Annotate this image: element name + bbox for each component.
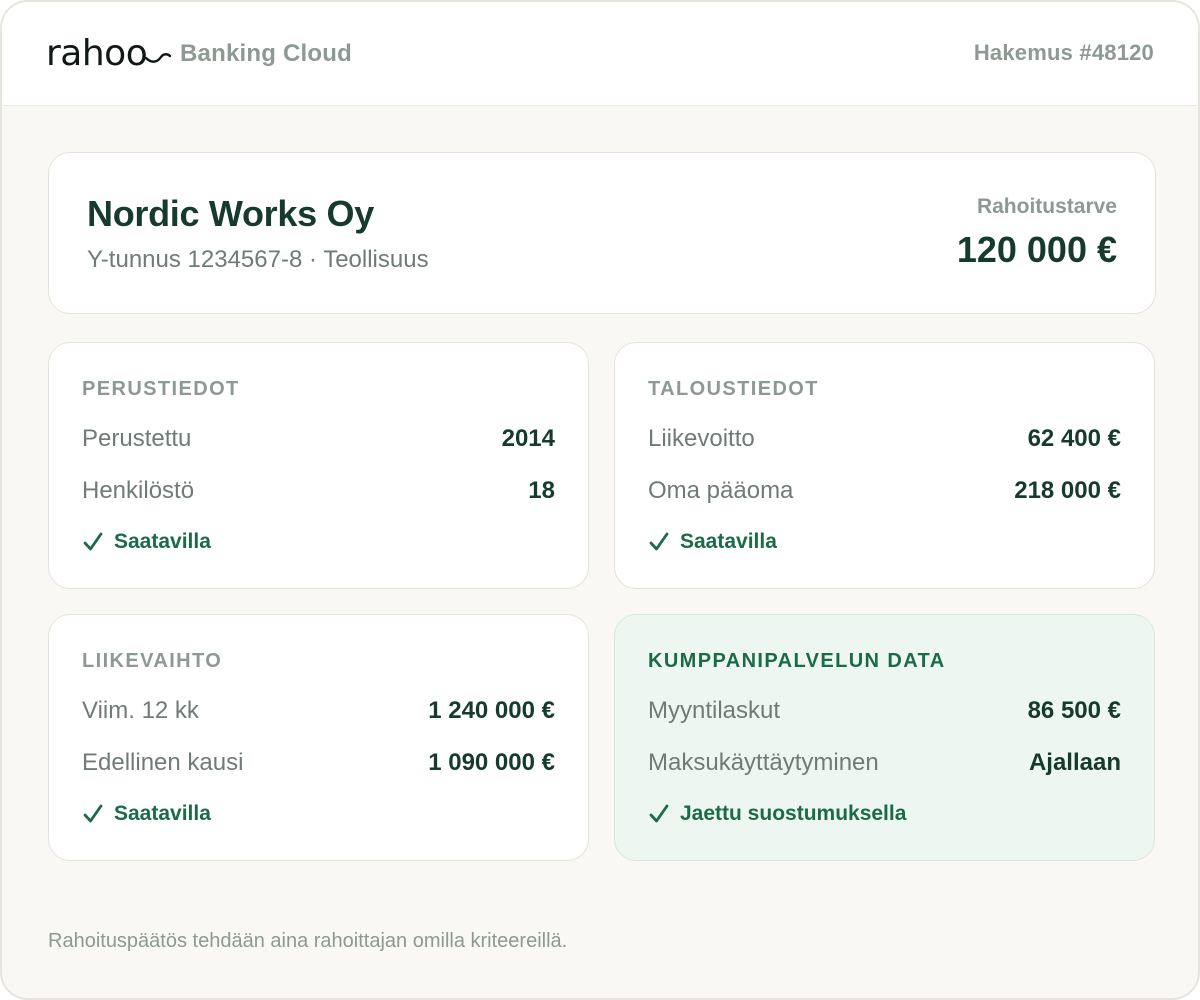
info-row: Oma pääoma 218 000 € [648, 477, 1121, 505]
info-row: Edellinen kausi 1 090 000 € [82, 749, 555, 777]
row-label: Maksukäyttäytyminen [648, 749, 879, 776]
status-badge: Saatavilla [82, 530, 211, 554]
status-text: Jaettu suostumuksella [680, 802, 907, 825]
logo-text: rahoo [46, 33, 148, 74]
info-row: Liikevoitto 62 400 € [648, 425, 1121, 453]
status-badge: Jaettu suostumuksella [648, 802, 906, 826]
card-title: PERUSTIEDOT [82, 378, 240, 400]
check-icon [83, 804, 103, 823]
info-row: Henkilöstö 18 [82, 477, 555, 505]
card-financials: TALOUSTIEDOT Liikevoitto 62 400 € Oma pä… [614, 342, 1155, 589]
top-bar: rahoo Banking Cloud Hakemus #48120 [2, 2, 1198, 106]
row-label: Henkilöstö [82, 477, 195, 504]
check-icon [649, 804, 669, 823]
status-text: Saatavilla [114, 802, 211, 825]
status-badge: Saatavilla [82, 802, 211, 826]
application-id: Hakemus #48120 [973, 40, 1154, 65]
company-summary-card: Nordic Works Oy Y-tunnus 1234567-8 · Teo… [48, 152, 1156, 314]
row-label: Perustettu [82, 425, 192, 452]
row-value: 218 000 € [1014, 477, 1121, 504]
app-window: rahoo Banking Cloud Hakemus #48120 Nordi… [0, 0, 1200, 1000]
row-label: Oma pääoma [648, 477, 794, 504]
check-icon [83, 532, 103, 551]
card-partner-data: KUMPPANIPALVELUN DATA Myyntilaskut 86 50… [614, 614, 1155, 861]
status-text: Saatavilla [680, 530, 777, 553]
rahoo-logo[interactable]: rahoo [46, 33, 172, 74]
financing-need-label: Rahoitustarve [976, 195, 1117, 218]
swash-icon [145, 53, 172, 63]
card-revenue: LIIKEVAIHTO Viim. 12 kk 1 240 000 € Edel… [48, 614, 589, 861]
status-badge: Saatavilla [648, 530, 777, 554]
row-label: Edellinen kausi [82, 749, 244, 776]
financing-need-value: 120 000 € [956, 229, 1117, 270]
row-value: 1 090 000 € [428, 749, 555, 776]
product-name: Banking Cloud [180, 40, 352, 67]
company-meta: Y-tunnus 1234567-8 · Teollisuus [87, 246, 429, 273]
row-label: Myyntilaskut [648, 697, 781, 724]
info-row: Myyntilaskut 86 500 € [648, 697, 1121, 725]
card-title: LIIKEVAIHTO [82, 650, 223, 672]
row-label: Liikevoitto [648, 425, 755, 452]
row-value: 2014 [501, 425, 555, 452]
row-value: 18 [528, 477, 555, 504]
company-name: Nordic Works Oy [87, 193, 374, 234]
info-row: Viim. 12 kk 1 240 000 € [82, 697, 555, 725]
row-value: Ajallaan [1028, 749, 1121, 776]
check-icon [649, 532, 669, 551]
card-title: KUMPPANIPALVELUN DATA [648, 650, 946, 672]
row-value: 86 500 € [1027, 697, 1121, 724]
info-row: Maksukäyttäytyminen Ajallaan [648, 749, 1121, 777]
status-text: Saatavilla [114, 530, 211, 553]
row-value: 1 240 000 € [428, 697, 555, 724]
disclaimer-note: Rahoituspäätös tehdään aina rahoittajan … [48, 930, 568, 952]
row-label: Viim. 12 kk [82, 697, 199, 724]
card-title: TALOUSTIEDOT [648, 378, 819, 400]
row-value: 62 400 € [1027, 425, 1121, 452]
info-row: Perustettu 2014 [82, 425, 555, 453]
card-basic-info: PERUSTIEDOT Perustettu 2014 Henkilöstö 1… [48, 342, 589, 589]
